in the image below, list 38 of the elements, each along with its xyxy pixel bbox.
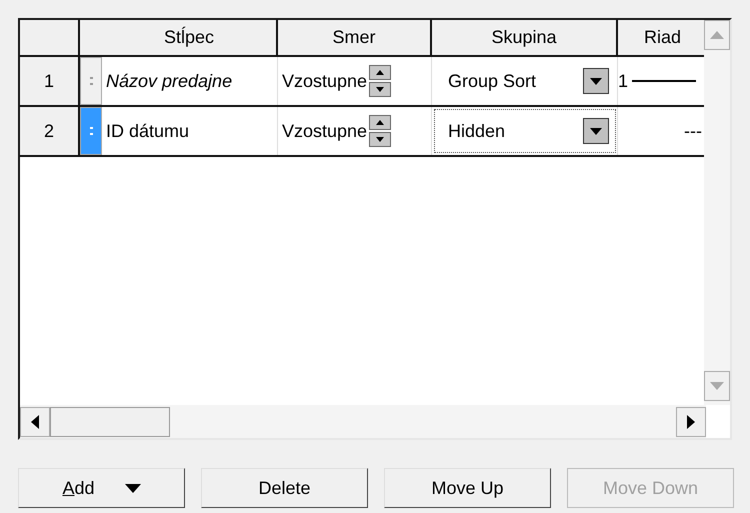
- horizontal-scrollbar[interactable]: [20, 405, 706, 438]
- spin-up-icon: [376, 70, 384, 75]
- table-cell-text: Vzostupne: [282, 120, 368, 143]
- connector-line: [632, 80, 696, 82]
- scroll-thumb[interactable]: [50, 406, 170, 436]
- column-header[interactable]: Smer: [278, 20, 432, 55]
- column-header[interactable]: Skupina: [432, 20, 618, 55]
- action-button[interactable]: Delete: [201, 468, 368, 508]
- spin-down-icon: [376, 137, 384, 142]
- table-cell-text: ---: [684, 120, 702, 142]
- row-handle[interactable]: [80, 107, 102, 155]
- scroll-left-icon[interactable]: [31, 414, 39, 428]
- table-cell-text: Vzostupne: [282, 70, 368, 93]
- caret-icon: [590, 128, 602, 134]
- caret-icon: [590, 78, 602, 84]
- scroll-down-icon[interactable]: [710, 382, 724, 390]
- scroll-right-icon[interactable]: [687, 414, 695, 428]
- group-dropdown[interactable]: Group Sort: [432, 57, 618, 105]
- spin-control[interactable]: [369, 65, 392, 97]
- table-cell-text: 1: [618, 70, 628, 92]
- scroll-up-icon[interactable]: [710, 31, 724, 39]
- spin-down-icon: [376, 87, 384, 92]
- vertical-scrollbar[interactable]: [704, 20, 730, 405]
- row-number[interactable]: 2: [20, 107, 80, 155]
- action-button[interactable]: Add: [18, 468, 185, 508]
- spin-control[interactable]: [369, 115, 392, 147]
- table-cell-text: Názov predajne: [106, 70, 232, 93]
- caret-icon: [124, 484, 141, 492]
- table-cell-text: ID dátumu: [106, 120, 190, 142]
- row-number[interactable]: 1: [20, 57, 80, 105]
- grip-icon: [90, 126, 92, 136]
- grip-icon: [90, 76, 92, 86]
- action-button[interactable]: Move Up: [384, 468, 551, 508]
- column-header[interactable]: Riad: [618, 20, 706, 55]
- column-header[interactable]: Stĺpec: [102, 20, 278, 55]
- row-handle[interactable]: [80, 57, 102, 105]
- group-dropdown[interactable]: Hidden: [432, 107, 618, 155]
- spin-up-icon: [376, 120, 384, 125]
